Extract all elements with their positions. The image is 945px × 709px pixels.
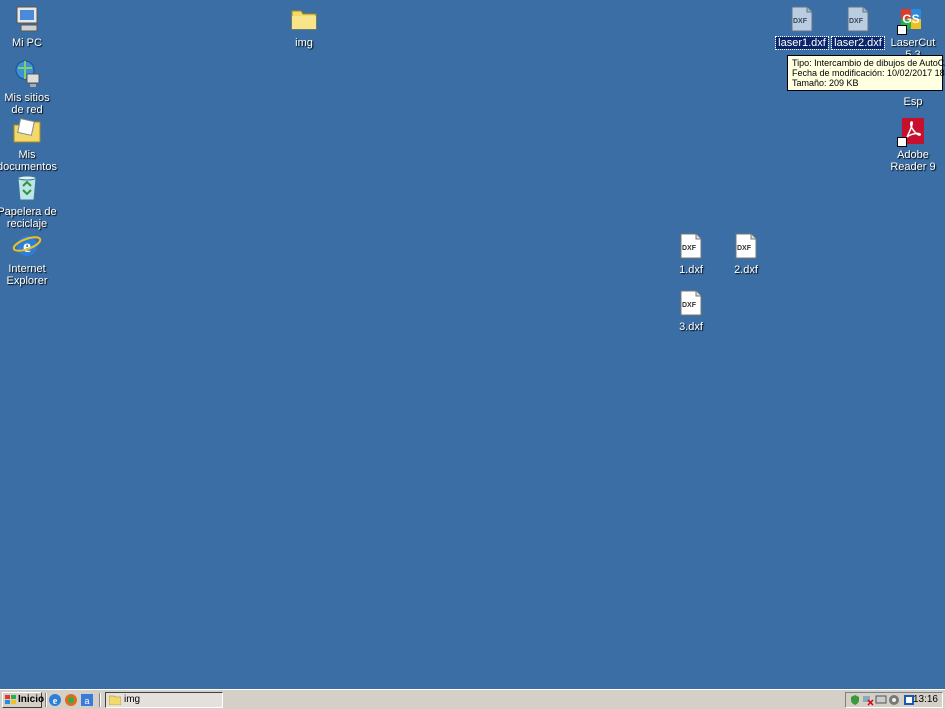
tooltip-size: Tamaño: 209 KB xyxy=(792,78,859,88)
shortcut-arrow-icon xyxy=(897,25,907,35)
icon-label: img xyxy=(295,37,313,49)
recycle-bin-icon xyxy=(11,172,43,204)
taskbar-button-img[interactable]: img xyxy=(105,692,223,708)
icon-label: Esp xyxy=(903,96,923,108)
outlook-icon[interactable]: a xyxy=(80,693,94,707)
clock[interactable]: 13:16 xyxy=(913,694,938,706)
desktop[interactable]: Mi PC Mis sitios de red Mis documentos P… xyxy=(0,0,945,689)
tooltip-type: Tipo: Intercambio de dibujos de AutoCAD xyxy=(792,58,945,68)
svg-text:DXF: DXF xyxy=(682,245,697,252)
file-info-tooltip: Tipo: Intercambio de dibujos de AutoCAD … xyxy=(787,55,945,91)
icon-label: laser2.dxf xyxy=(831,36,885,50)
desktop-icon-papelera[interactable]: Papelera de reciclaje xyxy=(0,172,59,230)
dxf-file-icon: DXF xyxy=(730,230,762,262)
svg-text:e: e xyxy=(53,696,58,707)
icon-label: Papelera de reciclaje xyxy=(0,206,57,230)
start-button[interactable]: Inicio xyxy=(2,692,45,708)
svg-text:a: a xyxy=(84,696,89,706)
svg-text:GS: GS xyxy=(902,12,919,26)
monitor-icon[interactable] xyxy=(875,694,887,706)
taskbar-separator xyxy=(45,693,47,707)
icon-label: Mis sitios de red xyxy=(4,92,50,116)
desktop-icon-3-dxf[interactable]: DXF 3.dxf xyxy=(659,287,723,333)
shortcut-arrow-icon xyxy=(897,137,907,147)
desktop-icon-mis-sitios-de-red[interactable]: Mis sitios de red xyxy=(0,58,59,116)
svg-text:DXF: DXF xyxy=(682,302,697,309)
taskbar-separator xyxy=(99,693,101,707)
desktop-icon-lasercut[interactable]: GS LaserCut 5.3 xyxy=(881,3,945,61)
desktop-icon-laser1-dxf[interactable]: DXF laser1.dxf xyxy=(770,3,834,50)
svg-text:DXF: DXF xyxy=(793,18,808,25)
ie-icon[interactable]: e xyxy=(48,693,62,707)
icon-label: Mi PC xyxy=(12,37,42,49)
network-places-icon xyxy=(11,58,43,90)
desktop-icon-img-folder[interactable]: img xyxy=(272,3,336,49)
icon-label: laser1.dxf xyxy=(775,36,829,50)
icon-label: 2.dxf xyxy=(734,264,758,276)
desktop-icon-2-dxf[interactable]: DXF 2.dxf xyxy=(714,230,778,276)
shield-icon[interactable] xyxy=(849,694,861,706)
icon-label: 1.dxf xyxy=(679,264,703,276)
media-icon[interactable] xyxy=(64,693,78,707)
taskbar: Inicio e a img 13:16 xyxy=(0,689,945,709)
my-computer-icon xyxy=(11,3,43,35)
icon-label: Adobe Reader 9 xyxy=(890,149,936,173)
taskbar-button-label: img xyxy=(124,694,141,705)
dxf-file-icon: DXF xyxy=(786,3,818,35)
desktop-icon-mi-pc[interactable]: Mi PC xyxy=(0,3,59,49)
system-tray: 13:16 xyxy=(845,692,943,708)
folder-icon xyxy=(109,695,121,705)
windows-logo-icon xyxy=(5,695,16,704)
icon-label: Mis documentos xyxy=(0,149,57,173)
start-label: Inicio xyxy=(18,694,45,705)
svg-text:DXF: DXF xyxy=(849,18,864,25)
security-icon[interactable] xyxy=(888,694,900,706)
my-documents-icon xyxy=(11,115,43,147)
icon-label: Internet Explorer xyxy=(6,263,48,287)
dxf-file-icon: DXF xyxy=(675,230,707,262)
desktop-icon-internet-explorer[interactable]: e Internet Explorer xyxy=(0,229,59,287)
dxf-file-icon: DXF xyxy=(675,287,707,319)
svg-text:DXF: DXF xyxy=(737,245,752,252)
lasercut-app-icon: GS xyxy=(897,3,929,35)
icon-label: 3.dxf xyxy=(679,321,703,333)
network-disconnected-icon[interactable] xyxy=(862,694,874,706)
tooltip-modified: Fecha de modificación: 10/02/2017 18:50 xyxy=(792,68,945,78)
desktop-icon-mis-documentos[interactable]: Mis documentos xyxy=(0,115,59,173)
desktop-icon-adobe-reader[interactable]: Adobe Reader 9 xyxy=(881,115,945,173)
adobe-reader-icon xyxy=(897,115,929,147)
internet-explorer-icon: e xyxy=(11,229,43,261)
folder-icon xyxy=(288,3,320,35)
dxf-file-icon: DXF xyxy=(842,3,874,35)
